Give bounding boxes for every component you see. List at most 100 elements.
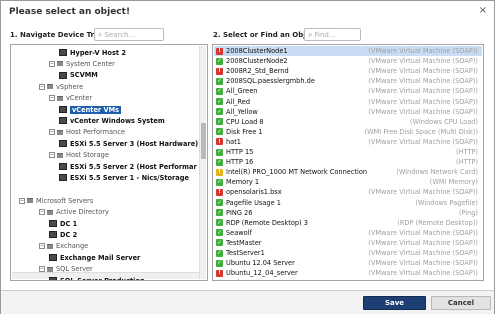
object-type: (VMware Virtual Machine (SOAP)) [368, 269, 478, 278]
status-up-icon: ✓ [216, 128, 223, 136]
device-icon [59, 174, 67, 182]
object-list-item[interactable]: ✓ 2008ClusterNode2 (VMware Virtual Machine… [214, 56, 482, 66]
object-type: (VMware Virtual Machine (SOAP)) [368, 77, 478, 86]
tree-device[interactable]: Hyper-V Host 2 [59, 47, 126, 58]
device-icon [59, 49, 67, 56]
object-list-item[interactable]: ! opensolaris1.bsx (VMware Virtual Machine… [214, 187, 482, 197]
status-up-icon: ✓ [216, 229, 223, 237]
object-list-item[interactable]: ✓ Pagefile Usage 1 (Windows Pagefile) [214, 198, 482, 208]
tree-device[interactable]: Exchange Mail Server [49, 252, 140, 263]
tree-group[interactable]: − vCenter [49, 93, 92, 104]
object-type: (VMware Virtual Machine (SOAP)) [368, 107, 478, 116]
tree-group[interactable]: − Host Performance [49, 127, 125, 138]
tree-device[interactable]: ESXi 5.5 Server 1 - Nics/Storage [59, 172, 189, 183]
object-name: 2008SQL.paesslergmbh.de [226, 77, 315, 86]
device-icon [59, 140, 67, 148]
tree-item-label: Active Directory [56, 208, 109, 217]
object-type: (VMware Virtual Machine (SOAP)) [368, 87, 478, 96]
object-list-item[interactable]: ✓ PING 26 (Ping) [214, 208, 482, 218]
tree-device[interactable]: DC 1 [49, 218, 77, 229]
device-tree-pane[interactable]: Hyper-V Host 2− System Center SCVMM − vSpher… [10, 44, 208, 281]
object-list-item[interactable]: ✓ HTTP 15 (HTTP) [214, 147, 482, 157]
object-find-input[interactable] [314, 30, 360, 39]
device-icon [49, 220, 57, 227]
tree-item-label: SCVMM [70, 71, 98, 80]
tree-search-input[interactable] [104, 30, 163, 39]
close-icon[interactable]: × [479, 5, 487, 16]
tree-item-label: DC 1 [60, 219, 78, 228]
object-list-item[interactable]: ✓ Ubuntu 12.04 Server (VMware Virtual Mach… [214, 258, 482, 268]
collapse-toggle-icon[interactable]: − [49, 95, 55, 102]
object-name: RDP (Remote Desktop) 3 [226, 218, 308, 227]
object-name: Pagefile Usage 1 [226, 198, 281, 207]
status-up-icon: ✓ [216, 209, 223, 217]
tree-device[interactable]: ESXi 5.5 Server 2 (Host Performar [59, 161, 197, 172]
status-warn-icon: ! [216, 168, 223, 176]
tree-device[interactable]: vCenter Windows System [59, 115, 165, 126]
tree-device[interactable]: vCenter VMs [59, 104, 122, 115]
tree-group[interactable]: − Host Storage [49, 150, 109, 161]
tree-group[interactable]: − Active Directory [39, 207, 109, 218]
tree-device[interactable]: ESXi 5.5 Server 3 (Host Hardware) [59, 138, 198, 149]
object-list-item[interactable]: ✓ HTTP 16 (HTTP) [214, 157, 482, 167]
tree-item-label: SQL-Server Production [60, 276, 145, 281]
object-list-item[interactable]: ✓ TestServer1 (VMware Virtual Machine (SOA… [214, 248, 482, 258]
collapse-toggle-icon[interactable]: − [39, 266, 45, 273]
object-list-item[interactable]: ✓ Seawolf (VMware Virtual Machine (SOAP)) [214, 228, 482, 238]
tree-group[interactable]: − System Center [49, 58, 115, 69]
object-list-item[interactable]: ! Ubuntu_12_04_server (VMware Virtual Mach… [214, 268, 482, 278]
tree-group[interactable]: − SQL Server [39, 264, 93, 275]
tree-item-label: Host Performance [66, 128, 125, 137]
tree-group[interactable]: − vSphere [39, 81, 83, 92]
status-up-icon: ✓ [216, 87, 223, 95]
object-list-item[interactable]: ! hat1 (VMware Virtual Machine (SOAP)) [214, 137, 482, 147]
tree-device[interactable]: SQL-Server Production [49, 275, 145, 281]
collapse-toggle-icon[interactable]: − [49, 129, 55, 136]
collapse-toggle-icon[interactable]: − [39, 209, 45, 216]
status-up-icon: ✓ [216, 158, 223, 166]
object-name: Ubuntu 12.04 Server [226, 259, 295, 268]
group-icon [47, 243, 53, 249]
collapse-toggle-icon[interactable]: − [19, 197, 25, 204]
collapse-toggle-icon[interactable]: − [39, 243, 45, 250]
device-icon [59, 117, 67, 125]
object-list-item[interactable]: ✓ All_Red (VMware Virtual Machine (SOAP)) [214, 97, 482, 107]
tree-search-box[interactable]: ⌕ [94, 28, 164, 41]
collapse-toggle-icon[interactable]: − [49, 152, 55, 159]
find-icon: ⌕ [308, 29, 313, 39]
navigate-tree-label: 1. Navigate Device Tree [10, 31, 104, 39]
object-list-item[interactable]: ✓ Memory 1 (WMI Memory) [214, 177, 482, 187]
cancel-button[interactable]: Cancel [431, 296, 491, 310]
group-icon [57, 95, 63, 101]
save-button[interactable]: Save [363, 296, 426, 310]
object-list-item[interactable]: ! 2008ClusterNode1 (VMware Virtual Machine… [214, 46, 482, 56]
tree-group[interactable]: − Microsoft Servers [19, 195, 93, 206]
status-down-icon: ! [216, 67, 223, 75]
object-name: TestServer1 [226, 249, 265, 257]
object-list-item[interactable]: ✓Uptime 6 (Windows System Uptime) [214, 278, 482, 280]
object-list-item[interactable]: ✓ All_Yellow (VMware Virtual Machine (SOAP… [214, 107, 482, 117]
tree-item-label: Microsoft Servers [36, 196, 94, 205]
tree-scroll-thumb[interactable] [201, 123, 206, 159]
object-list-item[interactable]: ! Intel(R) PRO_1000 MT Network Connection… [214, 167, 482, 177]
object-type: (HTTP) [455, 148, 478, 156]
tree-device[interactable]: DC 2 [49, 229, 77, 240]
status-up-icon: ✓ [216, 118, 223, 126]
collapse-toggle-icon[interactable]: − [49, 60, 55, 67]
object-list-pane[interactable]: ! 2008ClusterNode1 (VMware Virtual Machine… [212, 44, 484, 281]
tree-device[interactable]: SCVMM [59, 70, 98, 81]
status-up-icon: ✓ [216, 108, 223, 116]
status-up-icon: ✓ [216, 57, 223, 65]
object-list-item[interactable]: ✓ CPU Load 8 (Windows CPU Load) [214, 117, 482, 127]
object-list-item[interactable]: ✓ RDP (Remote Desktop) 3 (RDP (Remote Desk… [214, 218, 482, 228]
tree-group[interactable]: − Exchange [39, 241, 88, 252]
collapse-toggle-icon[interactable]: − [39, 83, 45, 90]
object-list-item[interactable]: ! 2008R2_Std_Bernd (VMware Virtual Machine… [214, 66, 482, 76]
object-list-item[interactable]: ✓ Disk Free 1 (WMI Free Disk Space (Multi … [214, 127, 482, 137]
object-list-item[interactable]: ✓ 2008SQL.paesslergmbh.de (VMware Virtual … [214, 76, 482, 86]
tree-vertical-scrollbar[interactable] [199, 46, 206, 279]
object-find-box[interactable]: ⌕ [304, 28, 361, 41]
object-list-item[interactable]: ✓ TestMaster (VMware Virtual Machine (SOAP… [214, 238, 482, 248]
tree-item-label: SQL Server [56, 265, 93, 274]
object-list-item[interactable]: ✓ All_Green (VMware Virtual Machine (SOAP)… [214, 86, 482, 96]
